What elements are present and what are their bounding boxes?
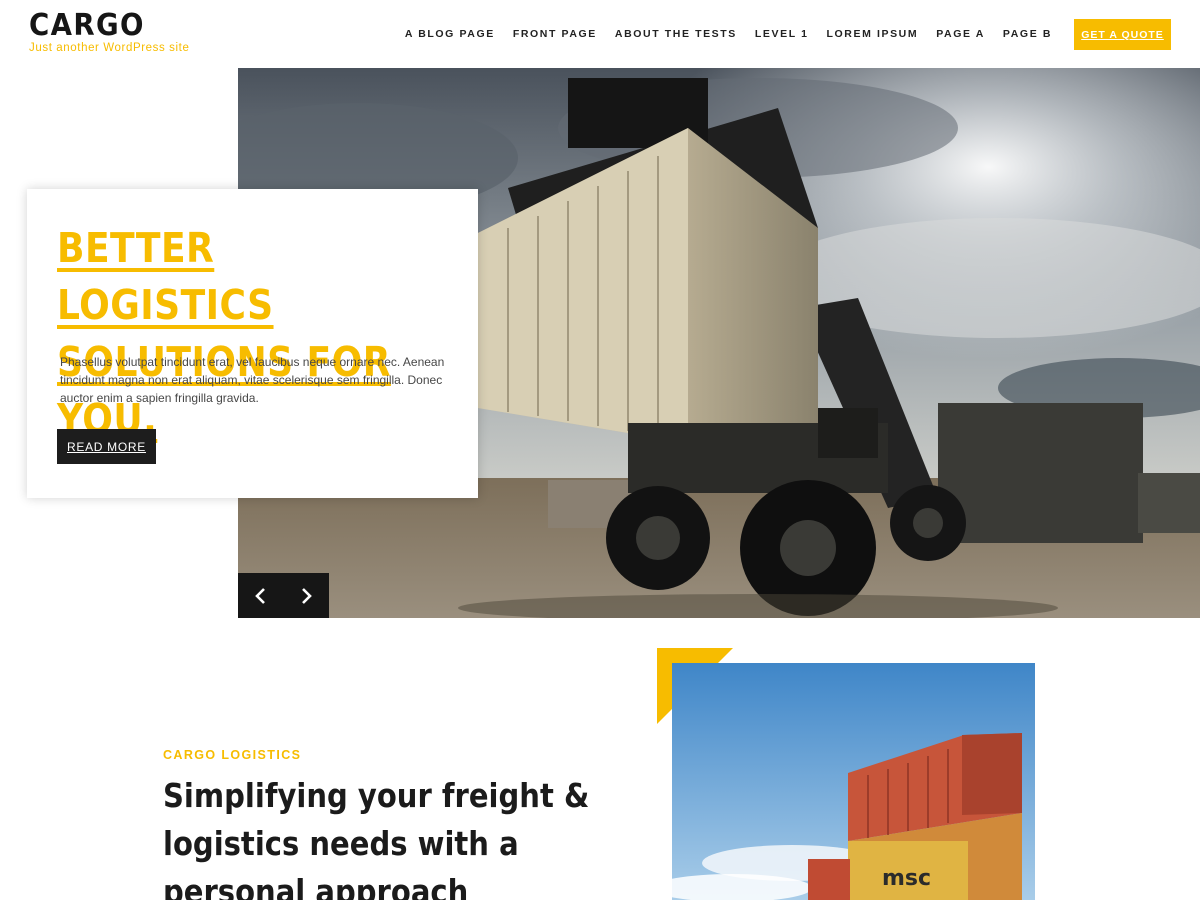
read-more-button[interactable]: READ MORE xyxy=(57,429,156,464)
nav-item-about-the-tests[interactable]: ABOUT THE TESTS xyxy=(615,28,737,40)
slider-controls xyxy=(238,573,329,618)
site-logo[interactable]: CARGO Just another WordPress site xyxy=(29,10,190,55)
section-photo-stacked-containers: msc xyxy=(672,663,1035,900)
hero-heading[interactable]: BETTER LOGISTICS SOLUTIONS FOR YOU. xyxy=(57,220,418,448)
site-tagline: Just another WordPress site xyxy=(29,42,190,54)
hero-heading-line-1[interactable]: BETTER LOGISTICS xyxy=(57,224,274,329)
chevron-right-icon xyxy=(301,587,312,604)
site-header: CARGO Just another WordPress site A BLOG… xyxy=(0,0,1200,68)
nav-item-page-a[interactable]: PAGE A xyxy=(936,28,985,40)
nav-item-lorem-ipsum[interactable]: LOREM IPSUM xyxy=(827,28,919,40)
slider-prev-button[interactable] xyxy=(238,573,283,618)
site-title[interactable]: CARGO xyxy=(29,10,177,42)
svg-text:msc: msc xyxy=(882,866,931,891)
stacked-containers-image: msc xyxy=(672,663,1035,900)
get-a-quote-button[interactable]: GET A QUOTE xyxy=(1074,19,1171,50)
nav-item-page-b[interactable]: PAGE B xyxy=(1003,28,1052,40)
nav-item-front-page[interactable]: FRONT PAGE xyxy=(513,28,597,40)
nav-item-blog-page[interactable]: A BLOG PAGE xyxy=(405,28,495,40)
chevron-left-icon xyxy=(254,587,265,604)
main-navigation: A BLOG PAGE FRONT PAGE ABOUT THE TESTS L… xyxy=(387,28,1052,40)
section-heading: Simplifying your freight & logistics nee… xyxy=(163,776,590,900)
section-eyebrow: CARGO LOGISTICS xyxy=(163,748,302,762)
hero-card: BETTER LOGISTICS SOLUTIONS FOR YOU. Phas… xyxy=(27,189,478,498)
slider-next-button[interactable] xyxy=(283,573,328,618)
nav-item-level-1[interactable]: LEVEL 1 xyxy=(755,28,809,40)
hero-description: Phasellus volutpat tincidunt erat, vel f… xyxy=(60,355,445,405)
